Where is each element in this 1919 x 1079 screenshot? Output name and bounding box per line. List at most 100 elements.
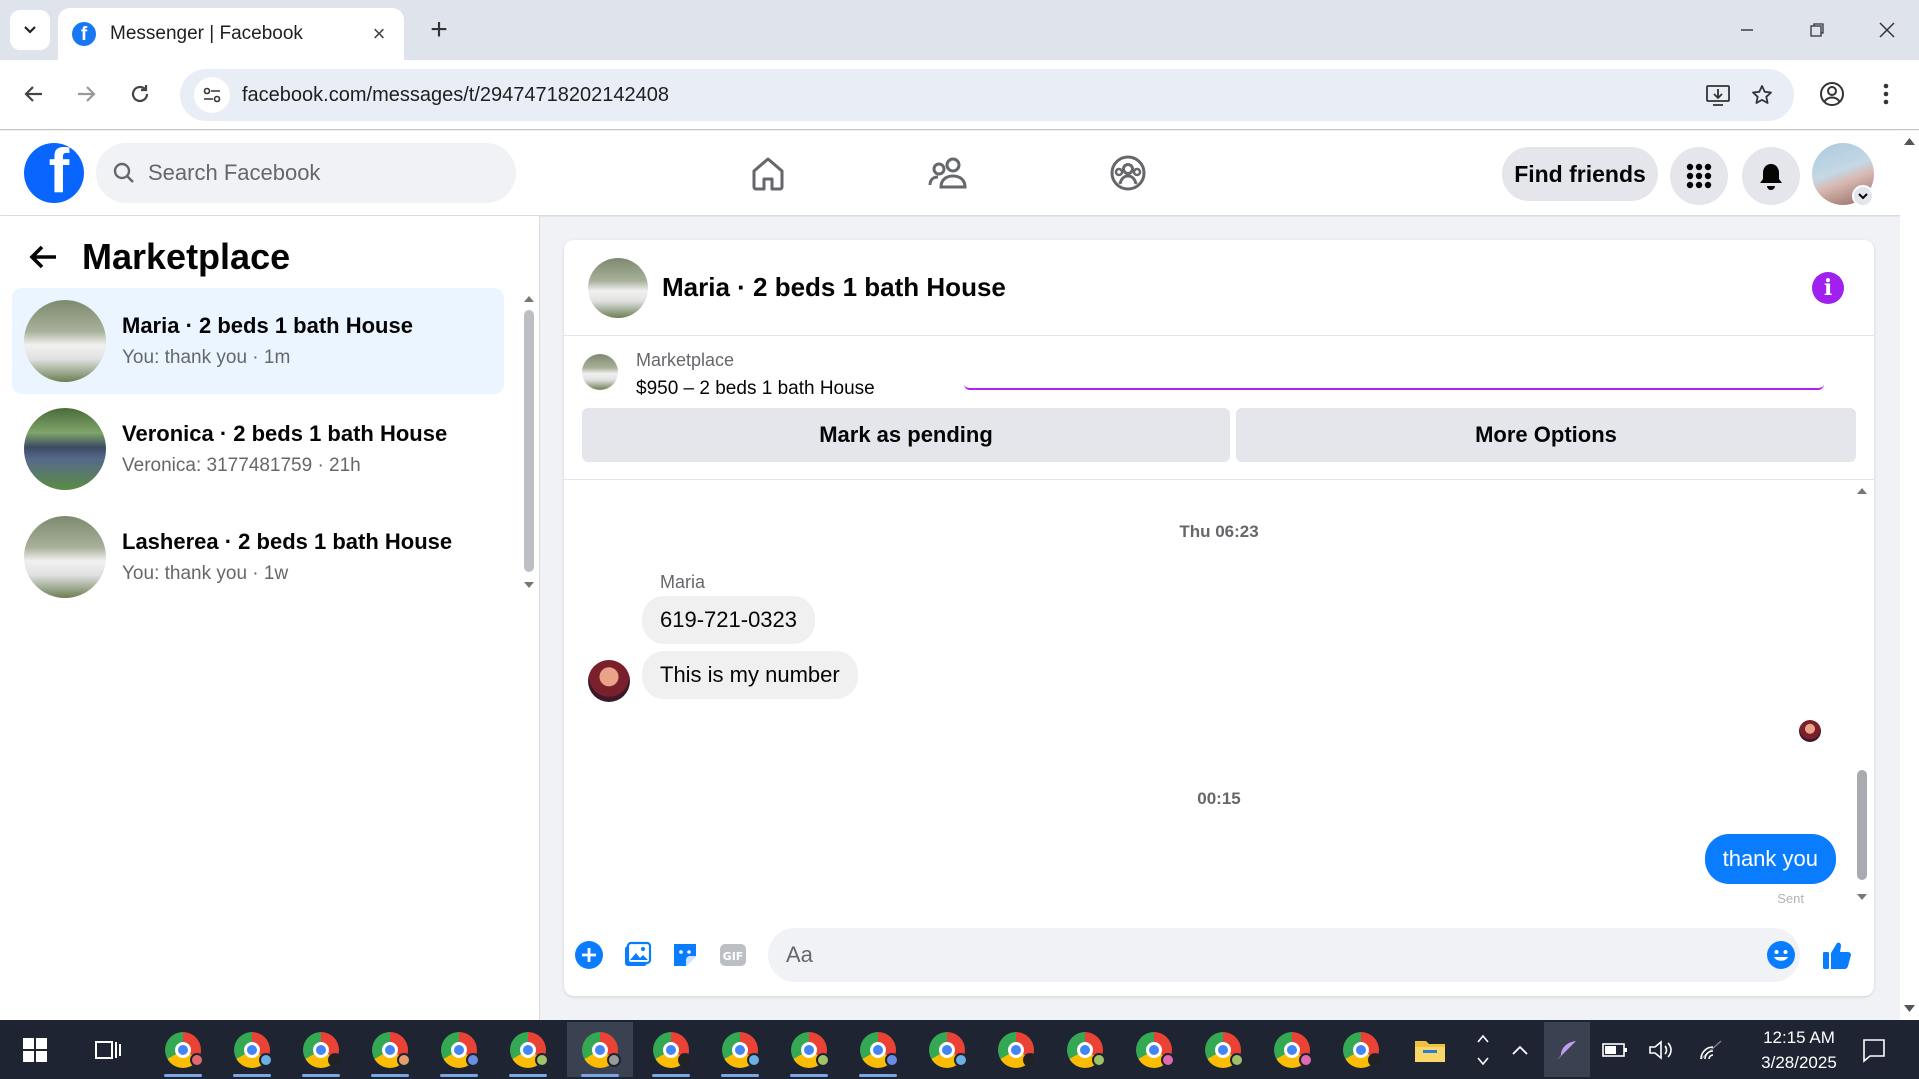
sidebar-scroll-thumb[interactable] (524, 310, 534, 572)
page-scrollbar[interactable] (1900, 131, 1919, 1020)
taskbar-chrome-window-active[interactable] (567, 1022, 633, 1077)
restore-button[interactable] (1794, 10, 1840, 50)
more-vertical-icon (1883, 83, 1889, 105)
sticker-button[interactable] (668, 938, 702, 972)
taskbar-chrome-window[interactable] (1052, 1022, 1118, 1077)
nav-groups[interactable] (1104, 149, 1152, 197)
taskbar-chrome-window[interactable] (495, 1022, 561, 1077)
tab-close-button[interactable]: × (368, 21, 390, 47)
listing-price-title[interactable]: $950 – 2 beds 1 bath House (636, 378, 875, 400)
start-button[interactable] (2, 1022, 68, 1077)
conversation-item[interactable]: Lasherea · 2 beds 1 bath House You: than… (12, 504, 504, 610)
chat-scrollbar[interactable] (1854, 484, 1870, 908)
facebook-search[interactable] (96, 143, 516, 203)
minimize-button[interactable] (1724, 10, 1770, 50)
reload-button[interactable] (120, 74, 160, 114)
bell-icon (1760, 164, 1782, 190)
url-text[interactable]: facebook.com/messages/t/2947471820214240… (242, 84, 1696, 107)
sender-avatar[interactable] (588, 660, 630, 702)
show-hidden-icons-button[interactable] (1500, 1022, 1540, 1077)
taskbar-chrome-window[interactable] (638, 1022, 704, 1077)
taskbar-underline (164, 1074, 202, 1077)
taskbar-underline (581, 1074, 619, 1077)
attach-photo-button[interactable] (620, 938, 654, 972)
scroll-down-icon[interactable] (1854, 892, 1870, 902)
taskbar-underline (859, 1074, 897, 1077)
install-app-button[interactable] (1696, 73, 1740, 117)
conversation-item[interactable]: Veronica · 2 beds 1 bath House Veronica:… (12, 396, 504, 502)
nav-friends[interactable] (924, 149, 972, 197)
message-timestamp: Thu 06:23 (1179, 522, 1259, 541)
mark-as-pending-button[interactable]: Mark as pending (582, 408, 1230, 462)
taskbar-chrome-window[interactable] (983, 1022, 1049, 1077)
chat-title[interactable]: Maria · 2 beds 1 bath House (662, 272, 1006, 303)
close-window-button[interactable] (1864, 10, 1910, 50)
taskbar-chrome-window[interactable] (219, 1022, 285, 1077)
tab-search-button[interactable] (10, 10, 50, 50)
listing-thumbnail[interactable] (582, 354, 618, 390)
taskbar-chrome-window[interactable] (776, 1022, 842, 1077)
incoming-message[interactable]: 619-721-0323 (642, 596, 816, 644)
more-options-button[interactable]: More Options (1236, 408, 1856, 462)
emoji-button[interactable] (1764, 938, 1798, 972)
search-input[interactable] (148, 160, 478, 186)
back-arrow-icon[interactable] (28, 243, 58, 271)
clock[interactable]: 12:15 AM 3/28/2025 (1744, 1025, 1854, 1075)
notifications-button[interactable] (1742, 147, 1800, 205)
scroll-up-icon[interactable] (1854, 486, 1870, 496)
tray-pen-app[interactable] (1544, 1022, 1590, 1077)
taskbar-file-explorer[interactable] (1397, 1022, 1463, 1077)
taskbar-chrome-window[interactable] (1259, 1022, 1325, 1077)
taskbar-chrome-window[interactable] (1190, 1022, 1256, 1077)
taskbar-chrome-window[interactable] (914, 1022, 980, 1077)
gif-icon: GIF (720, 944, 746, 966)
taskbar-chrome-window[interactable] (1328, 1022, 1394, 1077)
bookmark-button[interactable] (1740, 73, 1784, 117)
conversation-avatar (24, 408, 106, 490)
taskbar-scroll[interactable] (1468, 1022, 1498, 1077)
taskbar-chrome-window[interactable] (150, 1022, 216, 1077)
address-bar[interactable]: facebook.com/messages/t/2947471820214240… (180, 69, 1794, 121)
gif-button[interactable]: GIF (716, 938, 750, 972)
account-menu-caret[interactable] (1852, 185, 1874, 207)
like-button[interactable] (1820, 938, 1854, 972)
network-indicator[interactable] (1690, 1022, 1732, 1077)
taskbar-chrome-window[interactable] (426, 1022, 492, 1077)
scroll-up-icon[interactable] (522, 294, 536, 304)
scroll-down-icon[interactable] (522, 580, 536, 590)
taskbar-chrome-window[interactable] (357, 1022, 423, 1077)
taskbar-chrome-window[interactable] (1121, 1022, 1187, 1077)
chat-scroll-thumb[interactable] (1857, 770, 1867, 880)
conversation-preview: You: thank you · 1m (122, 347, 291, 368)
forward-button[interactable] (66, 74, 106, 114)
task-view-button[interactable] (74, 1022, 140, 1077)
facebook-logo-icon[interactable]: f (24, 143, 84, 203)
divider (564, 479, 1874, 480)
menu-button[interactable] (1670, 147, 1728, 205)
incoming-message[interactable]: This is my number (642, 651, 858, 699)
conversation-item[interactable]: Maria · 2 beds 1 bath House You: thank y… (12, 288, 504, 394)
chat-avatar[interactable] (588, 257, 648, 318)
taskbar-chrome-window[interactable] (845, 1022, 911, 1077)
taskbar-chrome-window[interactable] (707, 1022, 773, 1077)
scroll-down-icon[interactable] (1900, 1003, 1919, 1015)
taskbar-chrome-window[interactable] (288, 1022, 354, 1077)
site-settings-icon[interactable] (194, 77, 230, 113)
sidebar-scrollbar[interactable] (522, 294, 536, 590)
back-button[interactable] (14, 74, 54, 114)
info-icon[interactable]: i (1812, 272, 1844, 304)
browser-menu-button[interactable] (1866, 74, 1906, 114)
volume-control[interactable] (1640, 1022, 1682, 1077)
profile-button[interactable] (1812, 74, 1852, 114)
notification-center-button[interactable] (1850, 1022, 1898, 1077)
scroll-up-icon[interactable] (1900, 135, 1919, 147)
conversation-name: Maria · 2 beds 1 bath House (122, 313, 413, 338)
find-friends-button[interactable]: Find friends (1502, 147, 1658, 201)
outgoing-message[interactable]: thank you (1704, 834, 1836, 884)
message-input[interactable] (768, 928, 1800, 982)
nav-home[interactable] (744, 149, 792, 197)
browser-tab-messenger[interactable]: f Messenger | Facebook × (58, 8, 404, 60)
new-tab-button[interactable]: + (422, 13, 456, 47)
battery-indicator[interactable] (1594, 1022, 1636, 1077)
more-actions-button[interactable] (572, 938, 606, 972)
